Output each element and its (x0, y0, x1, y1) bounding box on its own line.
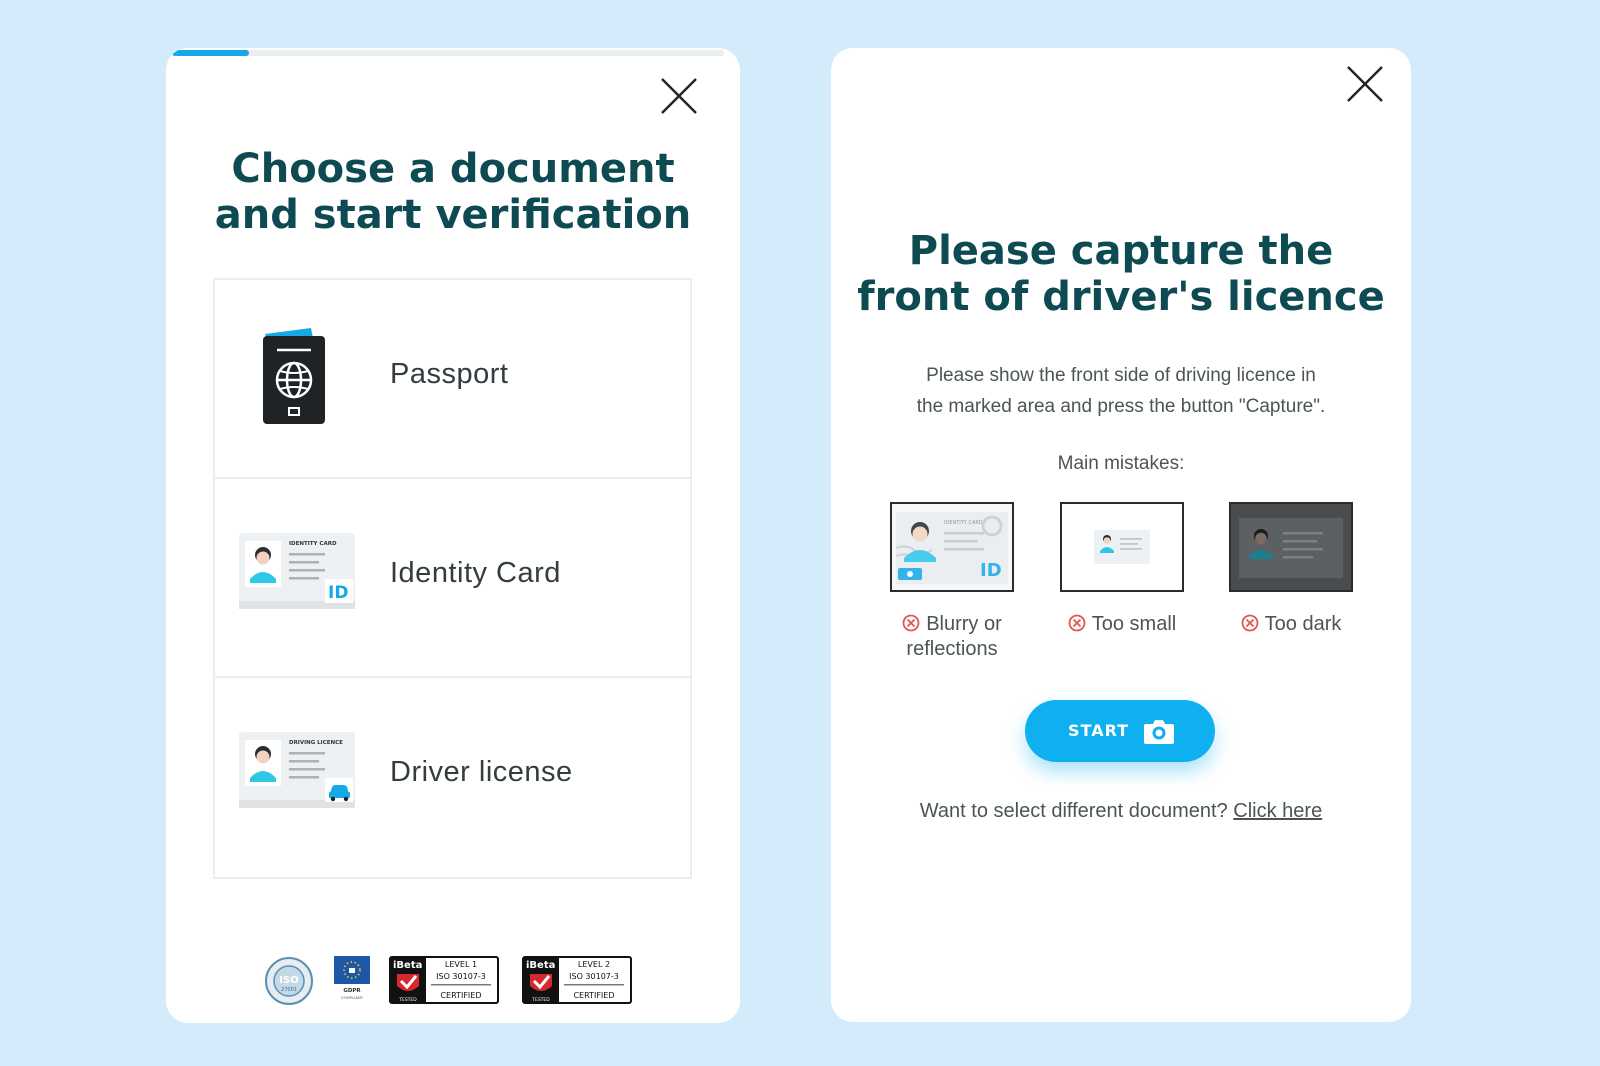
document-option-passport[interactable]: Passport (215, 280, 690, 479)
document-label: Driver license (390, 756, 573, 788)
svg-text:GDPR: GDPR (343, 988, 361, 994)
svg-text:iBeta: iBeta (526, 960, 555, 971)
close-button[interactable] (659, 76, 699, 116)
capture-instructions-card: Please capture the front of driver's lic… (831, 48, 1411, 1022)
passport-icon (237, 328, 357, 428)
page-title: Please capture the front of driver's lic… (857, 228, 1385, 320)
progress-bar (172, 50, 724, 56)
gdpr-badge: GDPR COMPLIANT (334, 956, 370, 1000)
svg-text:DRIVING LICENCE: DRIVING LICENCE (289, 740, 343, 746)
svg-text:ISO: ISO (279, 975, 298, 986)
svg-text:CERTIFIED: CERTIFIED (573, 991, 614, 1000)
document-option-identity-card[interactable]: IDENTITY CARD ID Identity Card (215, 479, 690, 678)
ibeta-level2-badge: iBeta TESTED LEVEL 2 ISO 30107-3 CERTIFI… (522, 956, 632, 1004)
svg-text:iBeta: iBeta (393, 960, 422, 971)
mistake-blurry: IDENTITY CARD ID Blurry or reflections (890, 502, 1014, 662)
mistake-caption: Too dark (1229, 612, 1353, 637)
iso-27001-badge: ISO 27001 (265, 957, 313, 1005)
svg-text:27001: 27001 (281, 987, 297, 993)
svg-text:ISO 30107-3: ISO 30107-3 (436, 972, 486, 981)
svg-text:LEVEL 1: LEVEL 1 (445, 960, 477, 969)
svg-text:TESTED: TESTED (531, 997, 550, 1003)
driving-licence-icon: DRIVING LICENCE (237, 726, 357, 826)
close-icon (1347, 66, 1383, 102)
mistakes-label: Main mistakes: (1057, 453, 1185, 474)
svg-text:CERTIFIED: CERTIFIED (440, 991, 481, 1000)
certification-badges: ISO 27001 GDPR COMPLIANT iBeta TESTED LE… (264, 956, 644, 1008)
camera-icon (1144, 720, 1174, 744)
page-title: Choose a document and start verification (214, 146, 692, 238)
svg-text:IDENTITY CARD: IDENTITY CARD (289, 541, 337, 547)
error-x-icon (902, 614, 920, 632)
progress-bar-fill (172, 50, 250, 56)
start-button[interactable]: START (1025, 700, 1215, 762)
mistake-too-dark: Too dark (1229, 502, 1353, 637)
svg-text:ID: ID (328, 583, 348, 603)
svg-text:LEVEL 2: LEVEL 2 (578, 960, 610, 969)
small-card-image (1060, 502, 1184, 592)
ibeta-level1-badge: iBeta TESTED LEVEL 1 ISO 30107-3 CERTIFI… (389, 956, 499, 1004)
mistake-too-small: Too small (1060, 502, 1184, 637)
mistake-caption: Blurry or reflections (890, 612, 1014, 662)
document-label: Identity Card (390, 557, 561, 589)
dark-card-image (1229, 502, 1353, 592)
document-label: Passport (390, 358, 509, 390)
blurry-card-image: IDENTITY CARD ID (890, 502, 1014, 592)
change-document-prompt: Want to select different document? Click… (919, 800, 1323, 822)
document-selection-card: Choose a document and start verification… (166, 48, 740, 1023)
change-document-link[interactable]: Click here (1233, 800, 1322, 822)
svg-text:COMPLIANT: COMPLIANT (341, 995, 364, 1000)
svg-text:TESTED: TESTED (398, 997, 417, 1003)
document-list: Passport IDENTITY CARD ID Identity Card … (213, 278, 692, 879)
document-option-driver-license[interactable]: DRIVING LICENCE Driver license (215, 678, 690, 877)
identity-card-icon: IDENTITY CARD ID (237, 527, 357, 627)
close-icon (661, 78, 697, 114)
svg-text:ISO 30107-3: ISO 30107-3 (569, 972, 619, 981)
error-x-icon (1241, 614, 1259, 632)
error-x-icon (1068, 614, 1086, 632)
mistake-caption: Too small (1060, 612, 1184, 637)
close-button[interactable] (1345, 64, 1385, 104)
instructions-text: Please show the front side of driving li… (916, 365, 1326, 417)
